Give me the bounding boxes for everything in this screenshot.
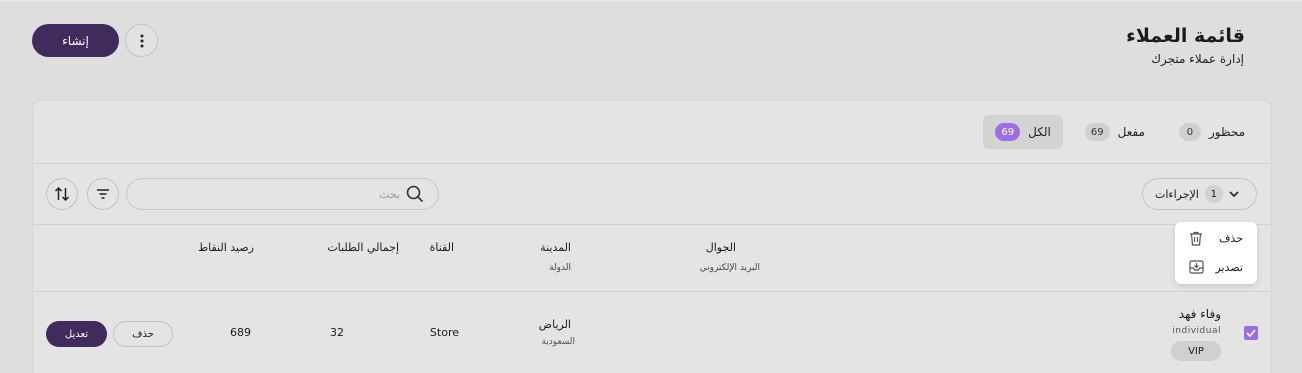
- tab-label: مفعل: [1117, 125, 1145, 139]
- customer-city: الرياض: [538, 318, 571, 331]
- trash-icon: [1190, 231, 1202, 246]
- page-subtitle: إدارة عملاء متجرك: [1151, 52, 1244, 66]
- top-border: [0, 0, 1302, 2]
- selected-count-badge: 1: [1204, 185, 1223, 203]
- search-box[interactable]: [126, 178, 439, 210]
- customer-channel: Store: [429, 326, 459, 339]
- tab-label: محظور: [1208, 125, 1245, 139]
- tab-count-badge: 69: [995, 123, 1021, 141]
- menu-item-label: تصدير: [1215, 260, 1243, 274]
- menu-item-label: حذف: [1219, 231, 1243, 245]
- tab-blocked[interactable]: محظور 0: [1167, 115, 1257, 149]
- page-title: قائمة العملاء: [1126, 25, 1245, 47]
- row-delete-button[interactable]: حذف: [113, 321, 173, 347]
- customer-name[interactable]: وفاء فهد: [1179, 307, 1221, 321]
- export-icon: [1189, 260, 1204, 274]
- customer-points: 689: [230, 326, 251, 339]
- column-header-channel[interactable]: القناة: [430, 241, 454, 254]
- tab-all[interactable]: الكل 69: [983, 115, 1063, 149]
- column-header-email: البريد الإلكتروني: [699, 263, 760, 273]
- column-header-points[interactable]: رصيد النقاط: [198, 241, 254, 254]
- actions-label: الإجراءات: [1155, 187, 1199, 201]
- row-edit-button[interactable]: تعديل: [46, 321, 107, 347]
- sort-icon: [54, 187, 70, 201]
- customer-country: السعودية: [541, 337, 575, 347]
- vertical-dots-icon: [140, 34, 143, 47]
- filter-icon: [97, 189, 109, 199]
- divider: [33, 291, 1271, 292]
- column-header-orders-total[interactable]: إجمالي الطلبات: [327, 241, 399, 254]
- create-button[interactable]: إنشاء: [32, 24, 119, 57]
- column-header-country: الدولة: [549, 263, 571, 273]
- actions-menu: حذف تصدير: [1175, 222, 1257, 284]
- divider: [33, 224, 1271, 225]
- tab-count-badge: 69: [1084, 123, 1110, 141]
- search-icon: [406, 185, 424, 203]
- customer-orders-total: 32: [330, 326, 344, 339]
- column-header-city[interactable]: المدينة: [540, 241, 571, 254]
- divider: [33, 163, 1271, 164]
- check-icon: [1246, 329, 1256, 337]
- row-checkbox[interactable]: [1244, 326, 1258, 340]
- tab-count-badge: 0: [1178, 123, 1201, 141]
- vip-tag: VIP: [1171, 341, 1221, 361]
- search-input[interactable]: [160, 187, 400, 201]
- customers-card: الكل 69 مفعل 69 محظور 0 الإجراءات 1 بحث …: [32, 100, 1272, 373]
- tab-active[interactable]: مفعل 69: [1073, 115, 1157, 149]
- customer-type: individual: [1172, 326, 1221, 336]
- menu-item-delete[interactable]: حذف: [1175, 224, 1257, 252]
- chevron-down-icon: [1229, 191, 1239, 197]
- actions-dropdown[interactable]: الإجراءات 1: [1142, 178, 1257, 210]
- sort-button[interactable]: [46, 178, 78, 210]
- status-tabs: الكل 69 مفعل 69 محظور 0: [983, 115, 1257, 149]
- menu-item-export[interactable]: تصدير: [1175, 253, 1257, 281]
- column-header-phone[interactable]: الجوال: [706, 241, 736, 254]
- filter-button[interactable]: [87, 178, 119, 210]
- more-options-button[interactable]: [125, 24, 158, 57]
- tab-label: الكل: [1028, 125, 1051, 139]
